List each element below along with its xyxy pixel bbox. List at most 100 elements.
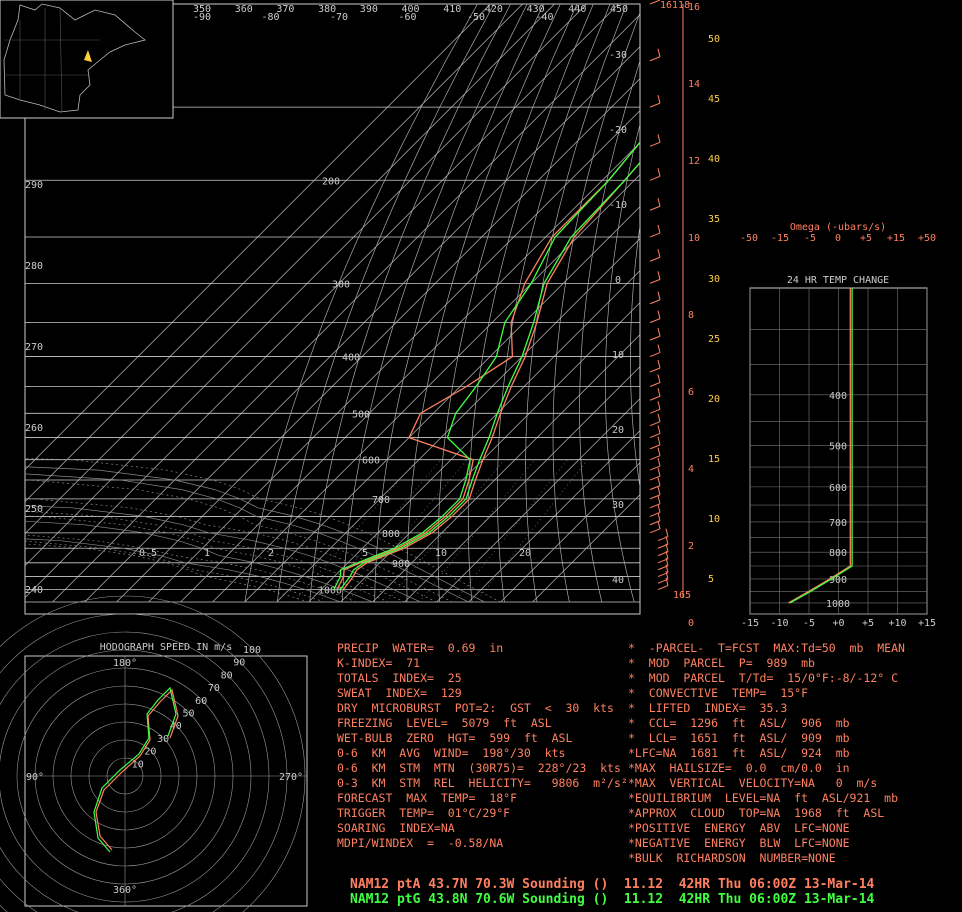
mixing-ratio-label: 20 [519, 548, 531, 559]
parcel-block: * -PARCEL- T=FCST MAX:Td=50 mb MEAN * MOD… [628, 641, 905, 866]
parcel-line: * LCL= 1651 ft ASL/ 909 mb [628, 731, 905, 746]
wind-barb [649, 205, 661, 211]
tc-y-label: 700 [829, 518, 847, 529]
index-line: WET-BULB ZERO HGT= 599 ft ASL [337, 731, 628, 746]
tc-y-label: 900 [829, 575, 847, 586]
height-scale: 1614121086420504540353025201510516118165 [660, 0, 720, 629]
wind-barb [649, 395, 661, 401]
parcel-line: *BULK RICHARDSON NUMBER=NONE [628, 851, 905, 866]
dry-adiabat [809, 4, 927, 602]
wind-barb [657, 388, 661, 397]
hodograph-panel: HODOGRAPH SPEED IN m/s 180° 270° 360° 90° 102… [0, 595, 308, 912]
top-celsius-label: -70 [330, 12, 348, 23]
moist-adiabat [0, 438, 962, 602]
dry-adiabat [244, 4, 478, 603]
index-line: TOTALS INDEX= 25 [337, 671, 628, 686]
index-line: SWEAT INDEX= 129 [337, 686, 628, 701]
height-km-label: 2 [688, 541, 694, 552]
wind-barb [649, 102, 661, 108]
mixing-ratio-label: 5 [362, 548, 368, 559]
height-km-label: 8 [688, 310, 694, 321]
dry-adiabat [341, 4, 528, 603]
tc-x-label: +10 [888, 618, 906, 629]
top-theta-label: 440 [568, 4, 586, 15]
parcel-line: *LFC=NA 1681 ft ASL/ 924 mb [628, 746, 905, 761]
isotherm [308, 270, 640, 603]
wind-barb [649, 256, 661, 262]
top-celsius-label: -90 [193, 12, 211, 23]
index-line: 0-6 KM STM MTN (30R75)= 228°/23 kts [337, 761, 628, 776]
omega-label: 0 [835, 233, 841, 244]
wind-barb [657, 134, 661, 143]
parcel-line: * LIFTED INDEX= 35.3 [628, 701, 905, 716]
hodo-dir-label: 90° [26, 772, 44, 783]
dry-adiabat [848, 4, 962, 602]
pressure-label: 900 [392, 559, 410, 570]
isotherm-label: 10 [612, 350, 624, 361]
wind-barb [657, 477, 661, 486]
wind-barb [649, 0, 661, 5]
wind-barb [649, 141, 661, 147]
isotherm-label: 20 [612, 425, 624, 436]
theta-label: 260 [25, 423, 43, 434]
parcel-line: *MAX HAILSIZE= 0.0 cm/0.0 in [628, 761, 905, 776]
pressure-label: 600 [362, 456, 380, 467]
wind-barb [657, 224, 661, 234]
moist-adiabat [25, 543, 309, 603]
index-line: 0-6 KM AVG WIND= 198°/30 kts [337, 746, 628, 761]
top-theta-label: 390 [360, 4, 378, 15]
dry-adiabat [829, 4, 959, 602]
height-kft-label: 35 [708, 214, 720, 225]
omega-label: -5 [804, 233, 816, 244]
moist-adiabat [25, 540, 325, 603]
parcel-line: * CONVECTIVE TEMP= 15°F [628, 686, 905, 701]
wind-barb [649, 335, 661, 341]
dry-adiabat [655, 4, 710, 602]
wind-barb [657, 249, 661, 258]
isotherm [436, 398, 640, 603]
height-kft-label: 10 [708, 514, 720, 525]
wind-barb [657, 486, 661, 496]
tc-title: 24 HR TEMP CHANGE [787, 275, 889, 286]
isotherm [276, 238, 640, 603]
top-height-label: 16118 [660, 0, 690, 11]
index-line: TRIGGER TEMP= 01°C/29°F [337, 806, 628, 821]
wind-barb [649, 299, 661, 305]
wind-barb [649, 421, 661, 427]
height-kft-label: 5 [708, 574, 714, 585]
dry-adiabat [276, 4, 495, 603]
wind-barb [657, 310, 661, 319]
height-kft-label: 50 [708, 34, 720, 45]
wind-barb [657, 495, 661, 504]
skewt-profiles [333, 141, 640, 590]
dry-adiabat [868, 4, 962, 602]
omega-label: +15 [887, 233, 905, 244]
parcel-line: *NEGATIVE ENERGY BLW LFC=NONE [628, 836, 905, 851]
mixing-ratio-label: 10 [435, 548, 447, 559]
wind-barb [665, 528, 669, 537]
hodo-ring-label: 80 [221, 670, 233, 681]
index-line: PRECIP WATER= 0.69 in [337, 641, 628, 656]
top-theta-label: 420 [485, 4, 503, 15]
moist-adiabat [0, 480, 962, 602]
wind-barb [657, 344, 661, 353]
hodo-title: HODOGRAPH SPEED IN m/s [100, 642, 232, 653]
top-celsius-label: -40 [536, 12, 554, 23]
wind-barb [649, 278, 661, 284]
wind-barb [657, 585, 669, 591]
wind-barb [657, 457, 661, 467]
dry-adiabat [768, 4, 862, 602]
temperature-line [342, 161, 640, 590]
omega-title: Omega (-ubars/s) [790, 222, 886, 233]
theta-label: 280 [25, 261, 43, 272]
hodo-dir-label: 360° [113, 885, 137, 896]
mixing-ratio-label: 1 [204, 548, 210, 559]
wind-barb [649, 408, 661, 414]
parcel-line: * MOD PARCEL P= 989 mb [628, 656, 905, 671]
tc-y-label: 600 [829, 483, 847, 494]
isotherm [500, 462, 640, 603]
wind-barb [649, 528, 661, 534]
theta-label: 290 [25, 180, 43, 191]
mixing-ratio-line [419, 459, 536, 603]
top-celsius-label: -60 [399, 12, 417, 23]
